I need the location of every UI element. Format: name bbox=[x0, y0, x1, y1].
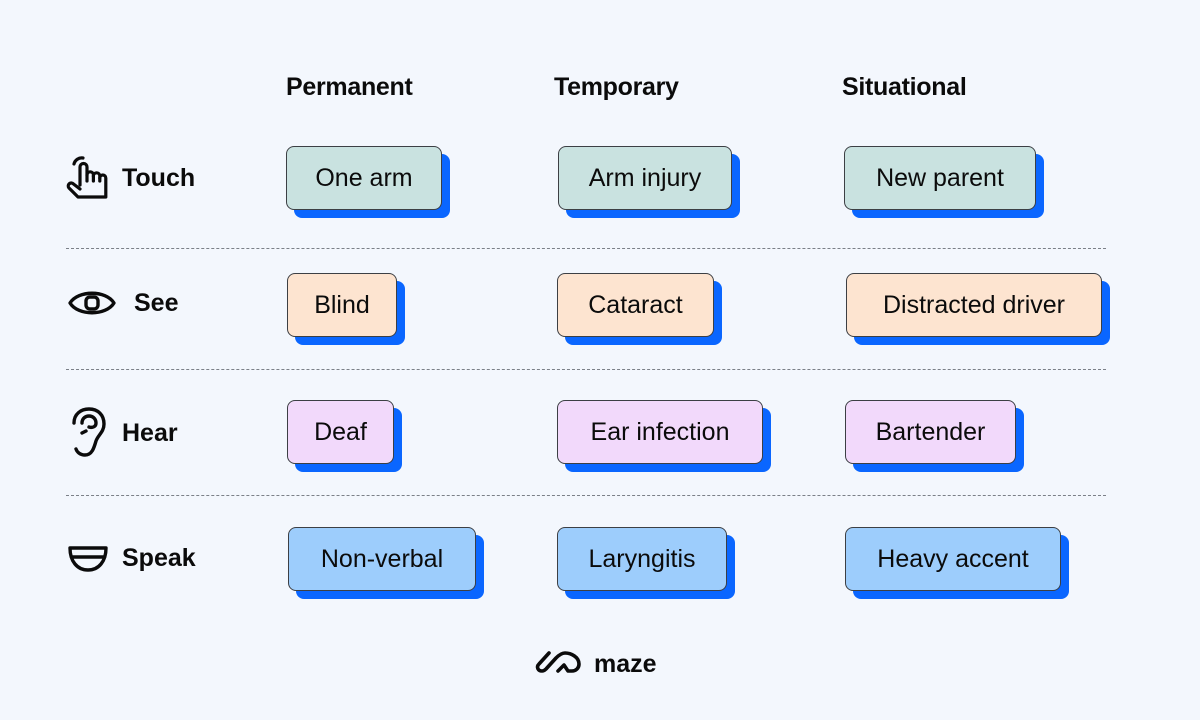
brand-logo: maze bbox=[534, 648, 657, 681]
chip-arm-injury: Arm injury bbox=[558, 146, 732, 210]
chip-ear-infection: Ear infection bbox=[557, 400, 763, 464]
mouth-icon bbox=[68, 545, 108, 573]
row-label-text: Speak bbox=[122, 544, 196, 572]
eye-icon bbox=[68, 286, 116, 320]
chip-one-arm: One arm bbox=[286, 146, 442, 210]
chip-heavy-accent: Heavy accent bbox=[845, 527, 1061, 591]
column-header-situational: Situational bbox=[842, 73, 967, 101]
column-header-permanent: Permanent bbox=[286, 73, 413, 101]
column-header-temporary: Temporary bbox=[554, 73, 679, 101]
ear-icon bbox=[70, 407, 108, 459]
chip-blind: Blind bbox=[287, 273, 397, 337]
chip-distracted-driver: Distracted driver bbox=[846, 273, 1102, 337]
row-label-speak: Speak bbox=[68, 544, 196, 573]
row-divider bbox=[66, 248, 1106, 249]
row-divider bbox=[66, 495, 1106, 496]
pointing-hand-icon bbox=[66, 153, 108, 203]
maze-logo-icon bbox=[534, 648, 584, 681]
row-divider bbox=[66, 369, 1106, 370]
row-label-text: Hear bbox=[122, 418, 178, 447]
chip-new-parent: New parent bbox=[844, 146, 1036, 210]
row-label-touch: Touch bbox=[66, 153, 195, 203]
chip-cataract: Cataract bbox=[557, 273, 714, 337]
row-label-see: See bbox=[68, 286, 178, 320]
row-label-text: See bbox=[134, 288, 179, 317]
chip-deaf: Deaf bbox=[287, 400, 394, 464]
chip-laryngitis: Laryngitis bbox=[557, 527, 727, 591]
row-label-hear: Hear bbox=[70, 407, 178, 459]
chip-non-verbal: Non-verbal bbox=[288, 527, 476, 591]
chip-bartender: Bartender bbox=[845, 400, 1016, 464]
row-label-text: Touch bbox=[122, 163, 196, 192]
brand-name: maze bbox=[594, 650, 657, 678]
